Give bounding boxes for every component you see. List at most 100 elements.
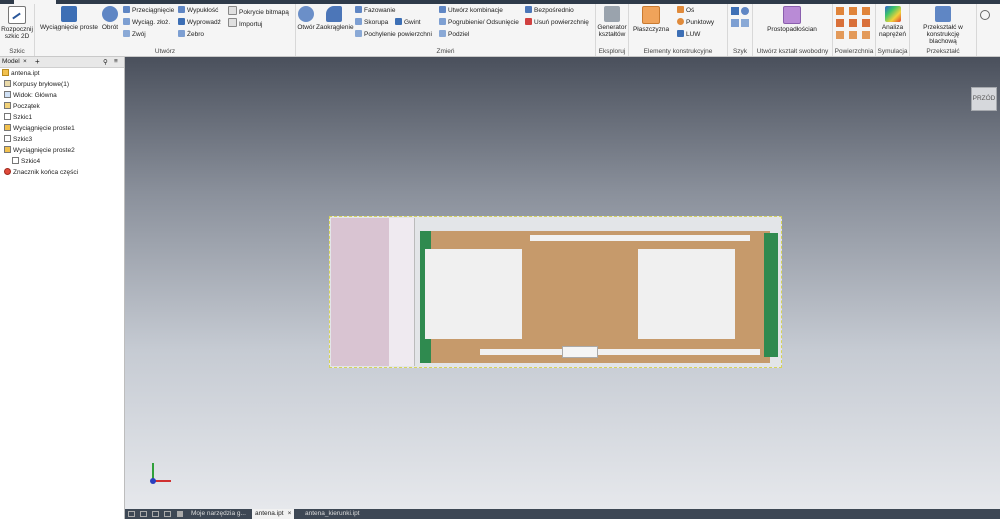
import-button[interactable]: Importuj (228, 18, 262, 28)
folder-icon (4, 102, 11, 109)
plane-button[interactable]: Płaszczyzna (632, 6, 670, 33)
home-tab-icon[interactable] (177, 511, 183, 517)
fillet-button[interactable]: Zaokrąglenie (316, 6, 354, 31)
thicken-button[interactable]: Pogrubienie/ Odsunięcie (439, 18, 519, 28)
chamfer-icon (355, 6, 362, 13)
cascade-windows-icon[interactable] (140, 511, 147, 517)
direct-icon (525, 6, 532, 13)
tree-item-solid-bodies[interactable]: Korpusy bryłowe(1) (4, 80, 69, 90)
z-axis-icon (150, 478, 156, 484)
box-button[interactable]: Prostopadłościan (758, 6, 826, 33)
revolve-button[interactable]: Obrót (99, 6, 121, 31)
draft-button[interactable]: Pochylenie powierzchni (355, 30, 432, 40)
decal-icon (228, 6, 237, 15)
sheet-metal-button[interactable]: Przekształć w konstrukcję blachową (912, 6, 974, 45)
emboss-icon (178, 6, 185, 13)
combine-button[interactable]: Utwórz kombinacje (439, 6, 503, 16)
extend-icon[interactable] (849, 19, 857, 27)
ribbon: Rozpocznij szkic 2D Szkic Wyciągnięcie p… (0, 4, 1000, 57)
graphics-viewport[interactable]: PRZÓD (125, 57, 1000, 509)
extrude-icon (61, 6, 77, 22)
tree-item-extrusion1[interactable]: Wyciągnięcie proste1 (4, 124, 75, 134)
menu-icon[interactable]: ≡ (114, 58, 118, 65)
tab-model[interactable]: Model (2, 58, 20, 65)
direct-button[interactable]: Bezpośrednio (525, 6, 574, 16)
ucs-button[interactable]: LUW (677, 30, 700, 40)
stress-analysis-button[interactable]: Analiza naprężeń (877, 6, 908, 38)
hole-button[interactable]: Otwór (296, 6, 316, 31)
decal-button[interactable]: Pokrycie bitmapą (228, 6, 289, 16)
viewcube[interactable]: PRZÓD (971, 87, 997, 111)
repair-icon[interactable] (849, 31, 857, 39)
sketch-icon (8, 6, 26, 24)
plane-icon (642, 6, 660, 24)
thread-icon (395, 18, 402, 25)
tree-item-part[interactable]: antena.ipt (2, 69, 40, 79)
split-icon (439, 30, 446, 37)
thread-button[interactable]: Gwint (395, 18, 421, 28)
circular-pattern-icon[interactable] (741, 7, 749, 15)
tree-item-sketch3[interactable]: Szkic3 (4, 135, 32, 145)
antenna-model[interactable] (329, 216, 782, 368)
tab-my-tools[interactable]: Moje narzędzia g... (188, 509, 249, 519)
coil-icon (123, 30, 130, 37)
fit-mesh-icon[interactable] (862, 31, 870, 39)
sketch-pattern-icon[interactable] (741, 19, 749, 27)
tree-item-view[interactable]: Widok: Główna (4, 91, 57, 101)
sculpt-icon[interactable] (836, 19, 844, 27)
sketch-icon (4, 135, 11, 142)
loft-button[interactable]: Wyciąg. złoż. (123, 18, 170, 28)
group-swobodny: Prostopadłościan Utwórz kształt swobodny (753, 4, 833, 56)
rib-button[interactable]: Żebro (178, 30, 204, 40)
shell-button[interactable]: Skorupa (355, 18, 388, 28)
antenna-patch-left (425, 249, 522, 339)
extrude-button[interactable]: Wyciągnięcie proste (39, 6, 99, 31)
tab-antena-kierunki[interactable]: antena_kierunki.ipt (302, 509, 363, 519)
box-icon (783, 6, 801, 24)
point-button[interactable]: Punktowy (677, 18, 714, 28)
axis-triad (147, 459, 177, 489)
add-tab-icon[interactable]: + (35, 57, 40, 66)
document-tab-bar: Moje narzędzia g... antena.ipt × antena_k… (125, 509, 1000, 519)
group-label-eksploruj: Eksploruj (598, 48, 626, 55)
tree-item-origin[interactable]: Początek (4, 102, 40, 112)
close-tab-icon[interactable]: × (23, 58, 27, 65)
group-przeksztalc: Przekształć w konstrukcję blachową Przek… (910, 4, 977, 56)
axis-button[interactable]: Oś (677, 6, 694, 16)
split-button[interactable]: Podziel (439, 30, 469, 40)
sweep-button[interactable]: Przeciągnięcie (123, 6, 174, 16)
solid-bodies-icon (4, 80, 11, 87)
tile-windows-icon[interactable] (128, 511, 135, 517)
emboss-button[interactable]: Wypukłość (178, 6, 218, 16)
ruled-surface-icon[interactable] (836, 31, 844, 39)
tab-antena[interactable]: antena.ipt × (252, 509, 295, 519)
tree-item-end-of-part[interactable]: Znacznik końca części (4, 168, 78, 178)
chamfer-button[interactable]: Fazowanie (355, 6, 395, 16)
start-sketch-button[interactable]: Rozpocznij szkic 2D (1, 6, 33, 40)
rectangular-pattern-icon[interactable] (731, 7, 739, 15)
document-list-icon[interactable] (164, 511, 171, 517)
trim-icon[interactable] (862, 7, 870, 15)
arrange-windows-icon[interactable] (152, 511, 159, 517)
group-label-szkic: Szkic (9, 48, 25, 55)
shape-generator-button[interactable]: Generator kształtów (597, 6, 627, 38)
stitch-icon[interactable] (836, 7, 844, 15)
revolve-icon (102, 6, 118, 22)
coil-button[interactable]: Zwój (123, 30, 146, 40)
sketch-icon (12, 157, 19, 164)
ribbon-options-icon[interactable] (980, 10, 990, 20)
delete-face-button[interactable]: Usuń powierzchnię (525, 18, 589, 28)
search-icon[interactable]: ⚲ (103, 58, 108, 66)
antenna-patch-right (638, 249, 735, 339)
tree-item-sketch1[interactable]: Szkic1 (4, 113, 32, 123)
replace-face-icon[interactable] (862, 19, 870, 27)
tree-item-extrusion2[interactable]: Wyciągnięcie proste2 (4, 146, 75, 156)
close-tab-icon[interactable]: × (288, 510, 292, 517)
group-label-symulacja: Symulacja (877, 48, 908, 55)
group-label-utworz: Utwórz (154, 48, 176, 55)
tree-item-sketch4[interactable]: Szkic4 (12, 157, 40, 167)
patch-icon[interactable] (849, 7, 857, 15)
mirror-icon[interactable] (731, 19, 739, 27)
derive-button[interactable]: Wyprowadź (178, 18, 221, 28)
pcb-green-edge-right (764, 233, 778, 357)
